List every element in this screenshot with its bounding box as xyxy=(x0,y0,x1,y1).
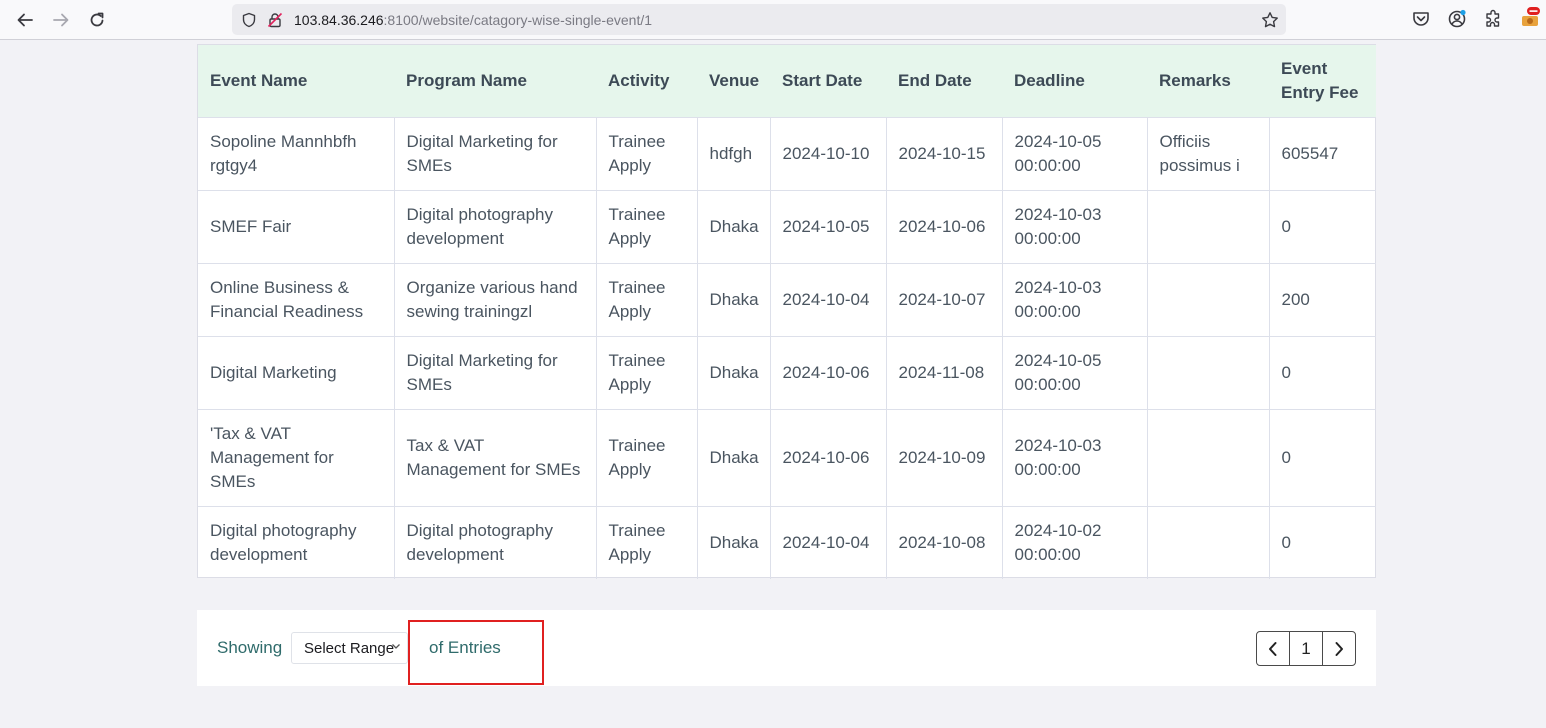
pager: 1 xyxy=(1256,631,1356,666)
header-activity: Activity xyxy=(608,70,670,90)
table-row: Online Business & Financial Readiness Or… xyxy=(198,262,1376,336)
extensions-icon[interactable] xyxy=(1483,9,1503,29)
cell-activity: Trainee Apply xyxy=(596,335,698,409)
cell-deadline: 2024-10-03 00:00:00 xyxy=(1002,262,1148,336)
header-event-name: Event Name xyxy=(210,70,308,90)
address-bar[interactable]: 103.84.36.246:8100/website/catagory-wise… xyxy=(232,4,1286,35)
highlight-annotation-box xyxy=(408,620,544,685)
cell-end-date: 2024-10-06 xyxy=(886,189,1003,263)
cell-program-name: Digital photography development xyxy=(394,505,597,579)
cell-start-date: 2024-10-04 xyxy=(770,262,887,336)
cell-remarks xyxy=(1147,262,1270,336)
previous-page-button[interactable] xyxy=(1257,632,1289,665)
cell-event-name: Digital Marketing xyxy=(198,335,395,409)
cell-remarks xyxy=(1147,189,1270,263)
back-arrow-icon[interactable] xyxy=(11,6,39,34)
bookmark-star-icon[interactable] xyxy=(1261,11,1279,29)
cell-fee: 0 xyxy=(1269,189,1376,263)
cell-venue: Dhaka xyxy=(697,189,771,263)
cell-program-name: Digital Marketing for SMEs xyxy=(394,335,597,409)
page-number-button[interactable]: 1 xyxy=(1289,632,1323,665)
range-select-value: Select Range xyxy=(304,640,395,657)
cell-deadline: 2024-10-05 00:00:00 xyxy=(1002,116,1148,190)
pagination-bar: Showing Select Range of Entries 1 xyxy=(197,610,1376,686)
showing-label: Showing xyxy=(217,638,283,657)
header-program-name: Program Name xyxy=(406,70,527,90)
cell-venue: hdfgh xyxy=(697,116,771,190)
extension-badge-icon[interactable] xyxy=(1519,5,1541,29)
cell-end-date: 2024-10-08 xyxy=(886,505,1003,579)
cell-venue: Dhaka xyxy=(697,505,771,579)
insecure-lock-icon[interactable] xyxy=(267,12,283,28)
cell-program-name: Tax & VAT Management for SMEs xyxy=(394,408,597,506)
cell-program-name: Organize various hand sewing trainingzl xyxy=(394,262,597,336)
events-table: Event Name Program Name Activity Venue S… xyxy=(198,45,1376,579)
shield-icon[interactable] xyxy=(241,12,257,28)
cell-end-date: 2024-11-08 xyxy=(886,335,1003,409)
table-row: 'Tax & VAT Management for SMEs Tax & VAT… xyxy=(198,408,1376,506)
header-remarks: Remarks xyxy=(1159,70,1231,90)
cell-remarks xyxy=(1147,335,1270,409)
cell-deadline: 2024-10-05 00:00:00 xyxy=(1002,335,1148,409)
cell-event-name: Digital photography development xyxy=(198,505,395,579)
cell-deadline: 2024-10-03 00:00:00 xyxy=(1002,189,1148,263)
cell-event-name: 'Tax & VAT Management for SMEs xyxy=(198,408,395,506)
cell-activity: Trainee Apply xyxy=(596,505,698,579)
cell-end-date: 2024-10-15 xyxy=(886,116,1003,190)
cell-program-name: Digital Marketing for SMEs xyxy=(394,116,597,190)
cell-fee: 605547 xyxy=(1269,116,1376,190)
header-end-date: End Date xyxy=(898,70,972,90)
cell-program-name: Digital photography development xyxy=(394,189,597,263)
next-page-button[interactable] xyxy=(1323,632,1355,665)
chevron-left-icon xyxy=(1269,641,1277,656)
table-row: Sopoline Mannhbfh rgtgy4 Digital Marketi… xyxy=(198,116,1376,190)
cell-activity: Trainee Apply xyxy=(596,189,698,263)
cell-activity: Trainee Apply xyxy=(596,262,698,336)
cell-fee: 0 xyxy=(1269,505,1376,579)
chevron-down-icon xyxy=(392,644,400,649)
cell-event-name: Online Business & Financial Readiness xyxy=(198,262,395,336)
header-deadline: Deadline xyxy=(1014,70,1085,90)
table-header-row: Event Name Program Name Activity Venue S… xyxy=(198,45,1376,117)
cell-start-date: 2024-10-04 xyxy=(770,505,887,579)
url-host: 103.84.36.246 xyxy=(294,12,384,28)
table-row: Digital Marketing Digital Marketing for … xyxy=(198,335,1376,409)
cell-remarks: Officiis possimus i xyxy=(1147,116,1270,190)
cell-venue: Dhaka xyxy=(697,408,771,506)
cell-fee: 0 xyxy=(1269,335,1376,409)
cell-event-name: SMEF Fair xyxy=(198,189,395,263)
cell-deadline: 2024-10-03 00:00:00 xyxy=(1002,408,1148,506)
cell-venue: Dhaka xyxy=(697,335,771,409)
cell-end-date: 2024-10-07 xyxy=(886,262,1003,336)
cell-start-date: 2024-10-06 xyxy=(770,335,887,409)
cell-start-date: 2024-10-10 xyxy=(770,116,887,190)
cell-end-date: 2024-10-09 xyxy=(886,408,1003,506)
cell-activity: Trainee Apply xyxy=(596,116,698,190)
header-start-date: Start Date xyxy=(782,70,863,90)
cell-venue: Dhaka xyxy=(697,262,771,336)
table-row: SMEF Fair Digital photography developmen… xyxy=(198,189,1376,263)
table-row: Digital photography development Digital … xyxy=(198,505,1376,579)
cell-event-name: Sopoline Mannhbfh rgtgy4 xyxy=(198,116,395,190)
chevron-right-icon xyxy=(1335,641,1343,656)
cell-fee: 0 xyxy=(1269,408,1376,506)
cell-fee: 200 xyxy=(1269,262,1376,336)
cell-remarks xyxy=(1147,505,1270,579)
cell-start-date: 2024-10-06 xyxy=(770,408,887,506)
header-venue: Venue xyxy=(709,70,760,90)
cell-deadline: 2024-10-02 00:00:00 xyxy=(1002,505,1148,579)
url-text[interactable]: 103.84.36.246:8100/website/catagory-wise… xyxy=(294,12,652,28)
reload-icon[interactable] xyxy=(83,6,111,34)
events-table-card: Event Name Program Name Activity Venue S… xyxy=(197,44,1376,579)
forward-arrow-icon[interactable] xyxy=(47,6,75,34)
cell-activity: Trainee Apply xyxy=(596,408,698,506)
browser-toolbar: 103.84.36.246:8100/website/catagory-wise… xyxy=(0,0,1546,40)
header-entry-fee: Event Entry Fee xyxy=(1281,58,1359,102)
cell-start-date: 2024-10-05 xyxy=(770,189,887,263)
cell-remarks xyxy=(1147,408,1270,506)
account-icon[interactable] xyxy=(1447,9,1467,29)
url-path: :8100/website/catagory-wise-single-event… xyxy=(383,12,653,28)
range-select[interactable]: Select Range xyxy=(291,632,408,664)
pocket-icon[interactable] xyxy=(1411,9,1431,29)
